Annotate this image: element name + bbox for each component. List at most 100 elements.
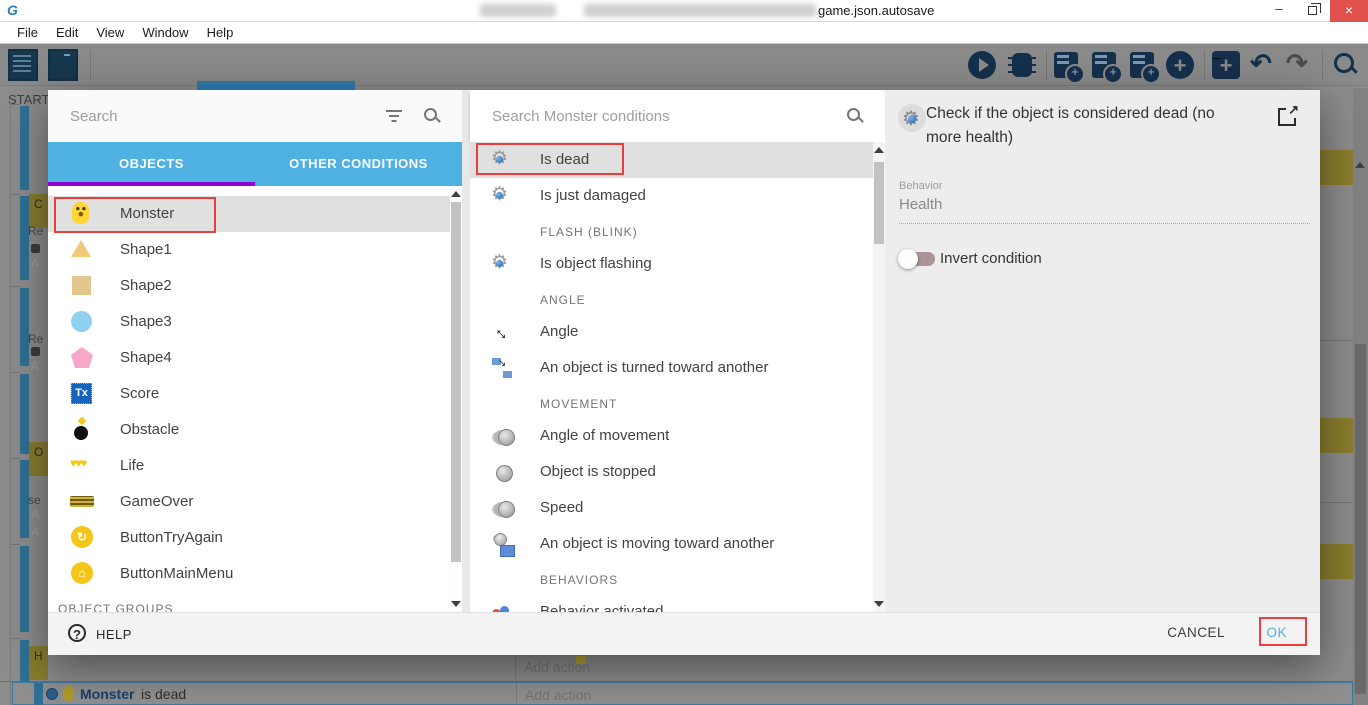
condition-search-row: [470, 90, 885, 142]
event-fragment: A: [31, 525, 39, 539]
search-icon[interactable]: [847, 108, 863, 124]
scroll-up-arrow[interactable]: [874, 147, 884, 153]
add-event-icon[interactable]: [1130, 52, 1154, 78]
object-list-item[interactable]: Obstacle: [48, 412, 450, 448]
menu-item[interactable]: View: [87, 22, 133, 40]
condition-detail-panel: Check if the object is considered dead (…: [885, 90, 1320, 612]
condition-list-item[interactable]: Is dead: [470, 142, 873, 178]
event-fragment: [31, 244, 40, 253]
object-list-item[interactable]: Shape3: [48, 304, 450, 340]
object-label: ButtonTryAgain: [120, 529, 223, 546]
debug-icon[interactable]: [1012, 53, 1032, 77]
scrollbar-thumb[interactable]: [874, 162, 884, 244]
condition-list-scrollbar[interactable]: [873, 142, 885, 612]
condition-list-item[interactable]: Angle of movement: [470, 418, 873, 454]
object-list-item[interactable]: Shape2: [48, 268, 450, 304]
restore-button[interactable]: [1296, 0, 1330, 22]
add-object-icon[interactable]: [1054, 52, 1078, 78]
object-list-item[interactable]: ButtonMainMenu: [48, 556, 450, 592]
comment-block: [1320, 150, 1353, 185]
add-subevent-icon[interactable]: [1092, 52, 1116, 78]
condition-list-item[interactable]: BEHAVIORS: [470, 562, 873, 594]
events-sheet-icon[interactable]: [8, 49, 38, 81]
condition-list-item[interactable]: Is object flashing: [470, 246, 873, 282]
condition-list-item[interactable]: FLASH (BLINK): [470, 214, 873, 246]
cancel-button[interactable]: CANCEL: [1167, 625, 1225, 640]
condition-panel: Is dead Is just damaged FLASH (BLINK) Is…: [470, 90, 885, 612]
events-tree-line: [10, 102, 11, 705]
row-divider: [1320, 340, 1353, 341]
events-scrollbar-thumb[interactable]: [1355, 344, 1366, 694]
shape3-icon: [71, 311, 92, 332]
event-indent-bar: [20, 546, 29, 632]
invert-condition-toggle[interactable]: [901, 252, 935, 266]
object-list-scrollbar[interactable]: [450, 186, 462, 612]
menu-item[interactable]: Edit: [47, 22, 87, 40]
redo-icon[interactable]: ↷: [1286, 48, 1308, 79]
object-list-item[interactable]: Score: [48, 376, 450, 412]
condition-list-item[interactable]: Speed: [470, 490, 873, 526]
window-title: game.json.autosave: [818, 3, 934, 18]
condition-list-item[interactable]: MOVEMENT: [470, 386, 873, 418]
event-fragment: A: [31, 507, 39, 521]
filter-icon[interactable]: [386, 110, 402, 122]
object-list-item[interactable]: Life: [48, 448, 450, 484]
condition-list: Is dead Is just damaged FLASH (BLINK) Is…: [470, 142, 873, 612]
condition-list-item[interactable]: Is just damaged: [470, 178, 873, 214]
remove-event-icon[interactable]: [1212, 51, 1240, 79]
condition-label: Behavior activated: [540, 603, 663, 612]
shape1-icon: [71, 240, 91, 257]
scene-editor-icon[interactable]: [48, 49, 78, 81]
menu-item[interactable]: Window: [133, 22, 197, 40]
add-circle-icon[interactable]: [1166, 51, 1194, 79]
condition-list-item[interactable]: Object is stopped: [470, 454, 873, 490]
behavior-field-value[interactable]: Health: [899, 196, 942, 213]
condition-list-item[interactable]: ANGLE: [470, 282, 873, 314]
dimmed-background: ↶ ↷ START CReAReAOseAAH: [0, 44, 1368, 705]
object-list-item[interactable]: GameOver: [48, 484, 450, 520]
tree-tick: [10, 286, 20, 287]
tab[interactable]: OBJECTS: [48, 142, 255, 186]
behavior-gear-icon: [491, 183, 515, 207]
object-list-item[interactable]: Shape1: [48, 232, 450, 268]
behavior-activated-icon: [490, 601, 514, 612]
tab[interactable]: OTHER CONDITIONS: [255, 142, 462, 186]
condition-list-item[interactable]: Angle: [470, 314, 873, 350]
event-object-name: Monster: [80, 686, 134, 702]
scroll-down-arrow[interactable]: [874, 601, 884, 607]
behavior-gear-icon: [491, 251, 515, 275]
condition-list-item[interactable]: An object is moving toward another: [470, 526, 873, 562]
condition-label: Angle of movement: [540, 427, 669, 444]
object-list-item[interactable]: Shape4: [48, 340, 450, 376]
condition-list-item[interactable]: An object is turned toward another: [470, 350, 873, 386]
play-icon[interactable]: [968, 51, 996, 79]
close-button[interactable]: ×: [1330, 0, 1368, 22]
toolbar-search-icon[interactable]: [1332, 52, 1358, 78]
object-list-item[interactable]: OBJECT GROUPS: [48, 592, 450, 612]
move-angle-icon: [490, 425, 514, 449]
condition-description: Check if the object is considered dead (…: [926, 102, 1244, 150]
object-list-item[interactable]: Monster: [48, 196, 450, 232]
tree-tick: [10, 104, 20, 105]
menu-item[interactable]: File: [8, 22, 47, 40]
scroll-up-arrow[interactable]: [451, 191, 461, 197]
open-help-external-icon[interactable]: [1278, 106, 1298, 126]
search-icon[interactable]: [424, 108, 440, 124]
scroll-up-arrow[interactable]: [1355, 162, 1365, 168]
event-fragment: se: [28, 493, 41, 507]
minimize-button[interactable]: –: [1262, 0, 1296, 22]
object-label: Life: [120, 457, 144, 474]
toolbar: ↶ ↷: [0, 44, 1368, 86]
menu-item[interactable]: Help: [198, 22, 243, 40]
event-fragment: C: [29, 194, 48, 228]
scroll-down-arrow[interactable]: [451, 601, 461, 607]
menu-bar: FileEditViewWindowHelp: [0, 22, 1368, 44]
scrollbar-thumb[interactable]: [451, 202, 461, 562]
undo-icon[interactable]: ↶: [1250, 48, 1272, 79]
object-search-input[interactable]: [70, 102, 370, 130]
object-list-item[interactable]: ButtonTryAgain: [48, 520, 450, 556]
condition-list-item[interactable]: Behavior activated: [470, 594, 873, 612]
condition-search-input[interactable]: [492, 102, 792, 130]
object-label: GameOver: [120, 493, 193, 510]
condition-label: Object is stopped: [540, 463, 656, 480]
